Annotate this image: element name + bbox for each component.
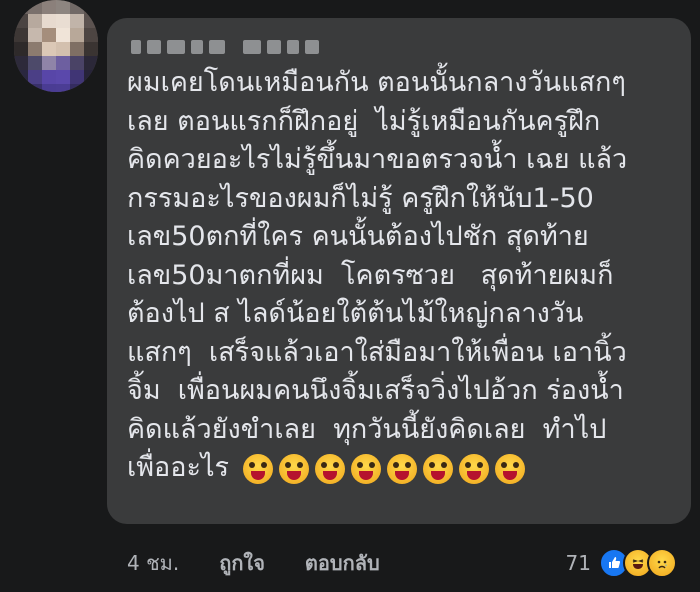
comment-line: แสกๆ เสร็จแล้วเอาใส่มือมาให้เพื่อน เอานิ… xyxy=(127,336,627,368)
comment-line: เลข50มาตกที่ผม โคตรซวย สุดท้ายผมก็ xyxy=(127,259,614,291)
comment-line: กรรมอะไรของผมก็ไม่รู้ ครูฝึกให้นับ1-50 xyxy=(127,182,594,214)
zany-face-emoji xyxy=(315,453,346,484)
reply-button[interactable]: ตอบกลับ xyxy=(305,547,380,579)
like-button[interactable]: ถูกใจ xyxy=(219,547,265,579)
zany-face-emoji xyxy=(387,453,418,484)
zany-face-emoji xyxy=(351,453,382,484)
comment-line: เลย ตอนแรกก็ฝึกอยู่ ไม่รู้เหมือนกันครูฝึ… xyxy=(127,105,601,137)
comment-line: เลข50ตกที่ใคร คนนั้นต้องไปชัก สุดท้าย xyxy=(127,221,589,252)
sad-icon xyxy=(647,548,677,578)
comment-line: จิ้ม เพื่อนผมคนนึงจิ้มเสร็จวิ่งไปอ้วก ร่… xyxy=(127,375,624,406)
comment-bubble: ผมเคยโดนเหมือนกัน ตอนนั้นกลางวันแสกๆ เลย… xyxy=(107,18,691,524)
author-name[interactable] xyxy=(131,40,673,54)
reaction-count: 71 xyxy=(565,551,591,575)
zany-face-emoji xyxy=(495,453,526,484)
comment-actions: 4 ชม. ถูกใจ ตอบกลับ 71 xyxy=(127,548,687,578)
avatar[interactable] xyxy=(14,0,98,92)
zany-face-emoji xyxy=(459,453,490,484)
timestamp[interactable]: 4 ชม. xyxy=(127,547,179,579)
comment-line: ต้องไป ส ไลด์น้อยใต้ต้นไม้ใหญ่กลางวัน xyxy=(127,298,584,329)
reaction-summary[interactable]: 71 xyxy=(566,548,677,578)
comment-line: ผมเคยโดนเหมือนกัน ตอนนั้นกลางวันแสกๆ xyxy=(127,67,626,98)
comment-text: ผมเคยโดนเหมือนกัน ตอนนั้นกลางวันแสกๆ เลย… xyxy=(127,64,673,488)
zany-face-emoji xyxy=(279,453,310,484)
zany-face-emoji xyxy=(423,453,454,484)
comment-line: คิดควยอะไรไม่รู้ขึ้นมาขอตรวจน้ำ เฉย แล้ว xyxy=(127,144,628,175)
zany-face-emoji xyxy=(243,453,274,484)
comment-line: เพื่ออะไร xyxy=(127,452,230,483)
emoji-row xyxy=(243,453,526,484)
comment-line: คิดแล้วยังขำเลย ทุกวันนี้ยังคิดเลย ทำไป xyxy=(127,413,607,445)
